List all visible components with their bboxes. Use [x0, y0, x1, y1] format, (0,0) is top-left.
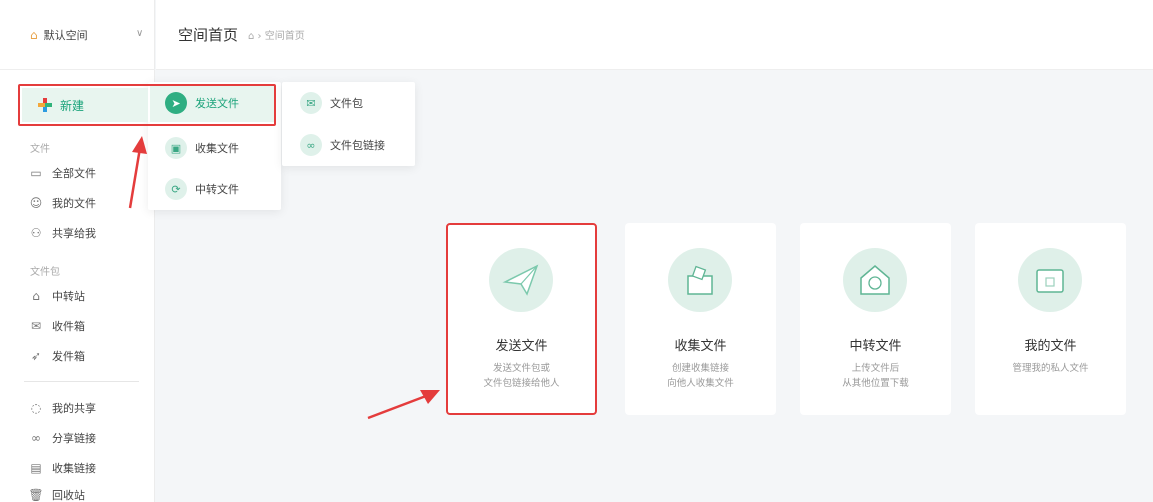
topbar: 空间首页 ⌂ › 空间首页 [156, 0, 1153, 70]
sidebar-item-label: 中转站 [52, 290, 85, 303]
menu-item-label: 中转文件 [195, 183, 239, 196]
sidebar-item-recycle-bin[interactable]: 🗑 回收站 [28, 485, 85, 502]
transfer-house-icon [843, 248, 907, 312]
card-description: 管理我的私人文件 [975, 361, 1126, 376]
new-button[interactable]: 新建 [22, 88, 148, 122]
chevron-down-icon: ∨ [136, 28, 144, 39]
space-label: 默认空间 [43, 28, 88, 42]
inbox-icon: ✉ [30, 319, 42, 333]
transfer-icon: ⟳ [165, 178, 187, 200]
sidebar-item-label: 收件箱 [52, 320, 85, 333]
sidebar-item-label: 分享链接 [52, 432, 96, 445]
menu-item-collect-file[interactable]: ▣ 收集文件 [165, 137, 239, 159]
card-desc-line: 文件包链接给他人 [483, 378, 560, 389]
send-file-submenu: ✉ 文件包 ∞ 文件包链接 [282, 82, 415, 166]
collect-icon: ▤ [30, 461, 42, 475]
sidebar-item-label: 全部文件 [52, 167, 96, 180]
card-description: 创建收集链接 向他人收集文件 [625, 361, 776, 391]
sidebar-item-shared-with-me[interactable]: ⚇ 共享给我 [28, 223, 96, 243]
sidebar-item-all-files[interactable]: ▭ 全部文件 [28, 163, 96, 183]
breadcrumb-item[interactable]: 空间首页 [265, 31, 305, 42]
link-icon: ∞ [300, 134, 322, 156]
send-icon: ➶ [30, 349, 42, 363]
send-icon: ➤ [165, 92, 187, 114]
card-title: 发送文件 [495, 339, 548, 354]
transfer-icon: ⌂ [32, 289, 40, 303]
card-description: 发送文件包或 文件包链接给他人 [448, 361, 595, 391]
home-icon: ⌂ [30, 27, 38, 42]
card-desc-line: 管理我的私人文件 [1012, 363, 1089, 374]
menu-item-label: 发送文件 [195, 97, 239, 110]
breadcrumb: ⌂ › 空间首页 [248, 31, 305, 42]
sidebar-item-label: 发件箱 [52, 350, 85, 363]
sidebar-item-label: 回收站 [52, 489, 85, 502]
envelope-icon: ✉ [300, 92, 322, 114]
sidebar-item-transfer-station[interactable]: ⌂ 中转站 [28, 286, 85, 306]
folder-icon [1018, 248, 1082, 312]
card-my-files[interactable]: 我的文件 管理我的私人文件 [975, 223, 1126, 415]
annotation-arrow-right [367, 390, 440, 420]
card-title: 中转文件 [849, 339, 902, 354]
annotation-arrow-up [128, 136, 147, 209]
card-title: 我的文件 [1024, 339, 1077, 354]
sidebar-item-my-files[interactable]: ☺ 我的文件 [28, 193, 96, 213]
section-label-packages: 文件包 [30, 267, 60, 278]
card-description: 上传文件后 从其他位置下载 [800, 361, 951, 391]
new-button-label: 新建 [60, 98, 85, 113]
card-desc-line: 发送文件包或 [492, 363, 550, 374]
sidebar-item-collect-links[interactable]: ▤ 收集链接 [28, 458, 96, 478]
sidebar-divider [24, 381, 139, 382]
trash-icon: 🗑 [28, 488, 44, 502]
sidebar-item-my-shares[interactable]: ◌ 我的共享 [28, 398, 96, 418]
menu-item-send-file-highlighted[interactable]: ➤ 发送文件 [165, 92, 239, 114]
menu-item-label: 文件包 [330, 97, 363, 110]
section-label-files: 文件 [30, 144, 50, 155]
sidebar-item-label: 收集链接 [52, 462, 96, 475]
card-send-file[interactable]: 发送文件 发送文件包或 文件包链接给他人 [446, 223, 597, 415]
link-icon: ∞ [31, 431, 41, 445]
user-icon: ☺ [29, 196, 43, 210]
sidebar-item-share-links[interactable]: ∞ 分享链接 [28, 428, 96, 448]
card-desc-line: 创建收集链接 [671, 363, 729, 374]
paper-plane-icon [489, 248, 553, 312]
home-icon[interactable]: ⌂ [248, 31, 254, 42]
collect-icon: ▣ [165, 137, 187, 159]
card-transfer-file[interactable]: 中转文件 上传文件后 从其他位置下载 [800, 223, 951, 415]
space-selector[interactable]: ⌂ 默认空间 ∨ [0, 0, 155, 70]
sidebar-item-label: 我的文件 [52, 197, 96, 210]
menu-item-label: 收集文件 [195, 142, 239, 155]
card-desc-line: 从其他位置下载 [842, 378, 909, 389]
menu-item-label: 文件包链接 [330, 139, 385, 152]
folder-icon: ▭ [30, 166, 42, 180]
card-title: 收集文件 [674, 339, 727, 354]
share-circle-icon: ◌ [30, 401, 42, 415]
sidebar: ⌂ 默认空间 ∨ 文件 ▭ 全部文件 ☺ 我的文件 ⚇ 共享给我 文件包 ⌂ 中… [0, 0, 155, 502]
menu-item-file-package[interactable]: ✉ 文件包 [300, 92, 363, 114]
sidebar-item-inbox[interactable]: ✉ 收件箱 [28, 316, 85, 336]
menu-item-file-package-link[interactable]: ∞ 文件包链接 [300, 134, 385, 156]
sidebar-item-outbox[interactable]: ➶ 发件箱 [28, 346, 85, 366]
card-desc-line: 向他人收集文件 [667, 378, 734, 389]
card-collect-file[interactable]: 收集文件 创建收集链接 向他人收集文件 [625, 223, 776, 415]
page-title: 空间首页 [178, 26, 239, 44]
collect-box-icon [668, 248, 732, 312]
plus-icon [38, 98, 52, 112]
sidebar-item-label: 我的共享 [52, 402, 96, 415]
sidebar-item-label: 共享给我 [52, 227, 96, 240]
card-desc-line: 上传文件后 [851, 363, 900, 374]
menu-item-transfer-file[interactable]: ⟳ 中转文件 [165, 178, 239, 200]
share-icon: ⚇ [30, 226, 42, 240]
